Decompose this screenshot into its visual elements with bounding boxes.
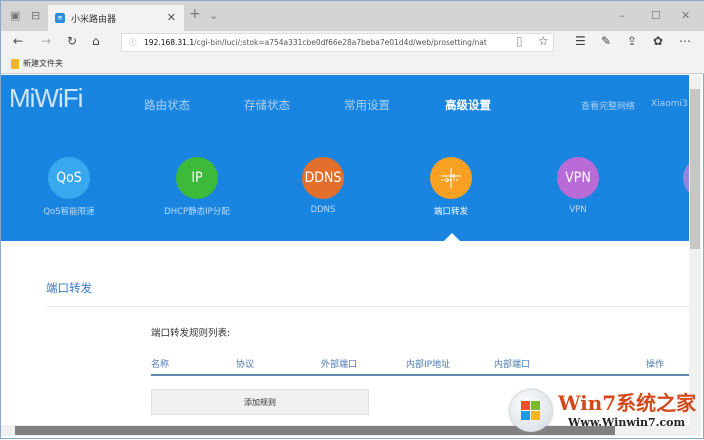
windows-logo-icon <box>510 390 552 432</box>
tab-list-chevron-icon[interactable]: ⌄ <box>209 9 218 22</box>
scrollbar-thumb[interactable] <box>690 89 700 249</box>
back-icon[interactable]: ← <box>13 34 23 48</box>
url-host: 192.168.31.1 <box>144 38 195 47</box>
set-aside-tabs-icon[interactable]: ⊟ <box>31 9 40 22</box>
reading-view-icon[interactable]: ▯ <box>516 34 523 48</box>
url-input[interactable]: ⓘ 192.168.31.1/cgi-bin/luci/;stok=a754a3… <box>121 33 554 52</box>
page-content: MiWiFi 路由状态 存储状态 常用设置 高级设置 查看完整网络 Xiaomi… <box>1 75 689 425</box>
nav-router-status[interactable]: 路由状态 <box>144 97 190 113</box>
title-bar: ▣ ⊟ ≋ 小米路由器 ✕ + ⌄ – ☐ ✕ <box>1 1 704 31</box>
folder-icon <box>11 58 19 69</box>
browser-tab[interactable]: ≋ 小米路由器 ✕ <box>48 5 184 31</box>
minimize-icon[interactable]: – <box>619 9 625 22</box>
refresh-icon[interactable]: ↻ <box>67 34 77 48</box>
feature-label-dhcp[interactable]: DHCP静态IP分配 <box>137 205 257 217</box>
ip-icon[interactable]: IP <box>176 157 218 199</box>
home-icon[interactable]: ⌂ <box>92 34 100 48</box>
close-window-icon[interactable]: ✕ <box>681 9 690 22</box>
vpn-icon[interactable]: VPN <box>557 157 599 199</box>
col-external-port: 外部端口 <box>321 360 358 370</box>
nav-storage-status[interactable]: 存储状态 <box>244 97 290 113</box>
feature-label-qos[interactable]: QoS智能限速 <box>9 205 129 217</box>
watermark-title: Win7系统之家 <box>558 391 697 415</box>
extensions-icon[interactable]: ✿ <box>653 34 663 48</box>
divider <box>46 306 689 307</box>
watermark: Win7系统之家 Www.Winwin7.com <box>506 384 704 440</box>
url-path: /cgi-bin/luci/;stok=a754a331cbe0df66e28a… <box>194 38 487 47</box>
qos-icon[interactable]: QoS <box>48 157 90 199</box>
forward-icon[interactable]: → <box>41 34 51 48</box>
feature-label-vpn[interactable]: VPN <box>518 205 638 215</box>
add-rule-button[interactable]: 添加规则 <box>151 389 369 415</box>
ddns-icon[interactable]: DDNS <box>302 157 344 199</box>
nav-advanced-settings[interactable]: 高级设置 <box>445 97 491 113</box>
tab-manager-icon[interactable]: ▣ <box>10 9 20 22</box>
favorites-bar: 新建文件夹 <box>1 54 704 74</box>
vertical-scrollbar[interactable] <box>689 75 701 425</box>
col-name: 名称 <box>151 360 170 370</box>
table-header-line <box>151 374 689 376</box>
share-icon[interactable]: ⇪ <box>627 34 637 48</box>
favorites-hub-icon[interactable]: ☰ <box>575 34 586 48</box>
rule-list-title: 端口转发规则列表: <box>151 328 231 339</box>
tab-title: 小米路由器 <box>71 14 117 25</box>
favorite-star-icon[interactable]: ☆ <box>538 34 549 48</box>
browser-window: ▣ ⊟ ≋ 小米路由器 ✕ + ⌄ – ☐ ✕ ← → ↻ ⌂ ⓘ 192.16… <box>0 0 704 439</box>
web-note-icon[interactable]: ✎ <box>601 34 611 48</box>
favorite-folder[interactable]: 新建文件夹 <box>23 58 63 69</box>
col-protocol: 协议 <box>236 360 255 370</box>
col-actions: 操作 <box>646 360 665 370</box>
view-network-link[interactable]: 查看完整网络 <box>581 99 635 112</box>
header-banner: MiWiFi 路由状态 存储状态 常用设置 高级设置 查看完整网络 Xiaomi… <box>1 75 689 241</box>
maximize-icon[interactable]: ☐ <box>651 9 661 22</box>
wifi-favicon-icon: ≋ <box>55 13 65 23</box>
col-internal-port: 内部端口 <box>494 360 531 370</box>
feature-label-ddns[interactable]: DDNS <box>263 205 383 215</box>
miwifi-logo[interactable]: MiWiFi <box>9 83 83 114</box>
info-icon: ⓘ <box>129 38 137 47</box>
new-tab-icon[interactable]: + <box>189 6 201 22</box>
address-bar-row: ← → ↻ ⌂ ⓘ 192.168.31.1/cgi-bin/luci/;sto… <box>1 31 704 54</box>
device-name[interactable]: Xiaomi3 <box>651 99 688 109</box>
port-forward-icon[interactable] <box>430 157 472 199</box>
close-tab-icon[interactable]: ✕ <box>167 11 176 24</box>
feature-label-port-forward[interactable]: 端口转发 <box>391 205 511 217</box>
more-icon[interactable]: ⋯ <box>679 34 691 48</box>
section-title: 端口转发 <box>46 281 92 295</box>
active-indicator <box>444 233 460 241</box>
nav-common-settings[interactable]: 常用设置 <box>344 97 390 113</box>
col-internal-ip: 内部IP地址 <box>406 360 451 370</box>
watermark-url: Www.Winwin7.com <box>568 416 686 429</box>
